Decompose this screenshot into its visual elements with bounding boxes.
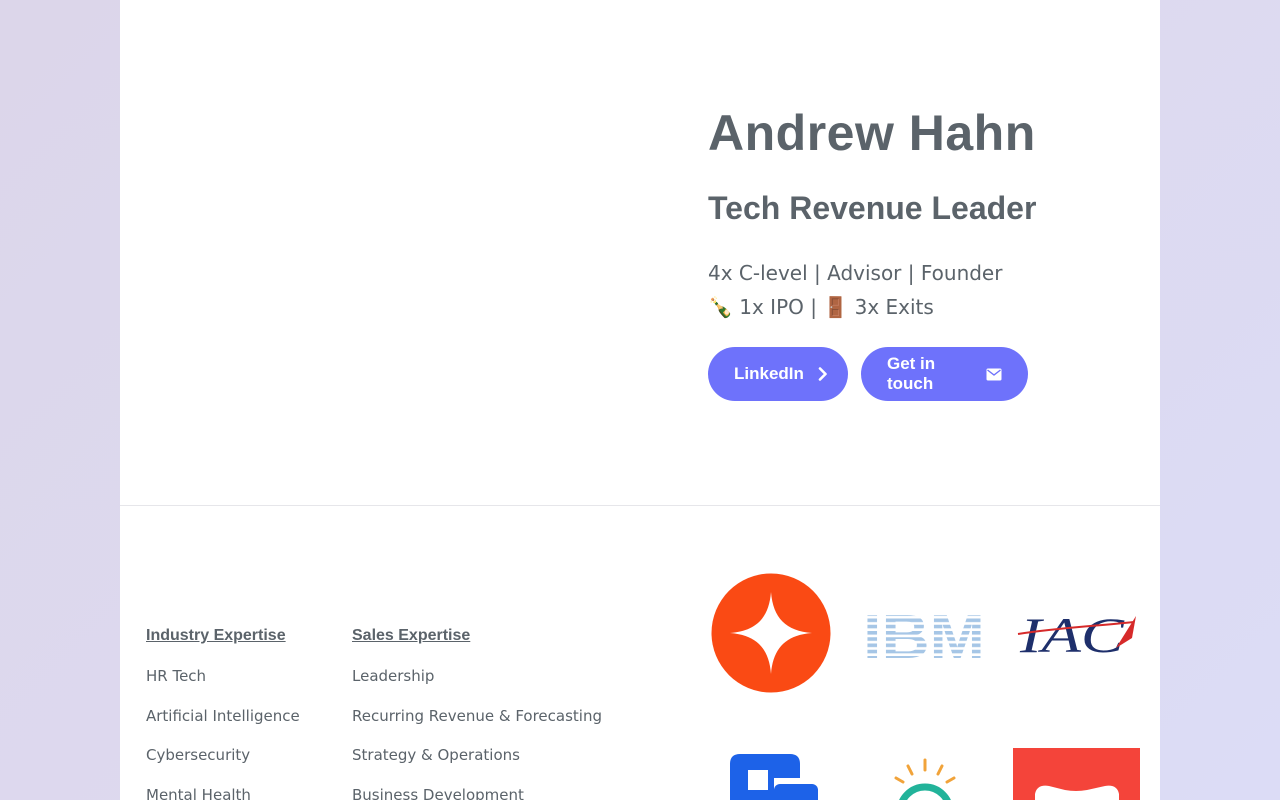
envelope-icon: [986, 368, 1002, 381]
ibm-logo: IBM: [862, 603, 986, 672]
red-logo: [1013, 748, 1140, 800]
sales-expertise-title: Sales Expertise: [352, 627, 471, 644]
lightbulb-logo: [878, 756, 972, 800]
list-item: Leadership: [352, 667, 435, 685]
industry-expertise-title: Industry Expertise: [146, 627, 286, 644]
linkedin-button-label: LinkedIn: [734, 364, 804, 383]
industry-expertise-list: HR Tech Artificial Intelligence Cybersec…: [146, 666, 300, 800]
list-item: Mental Health: [146, 785, 251, 800]
profile-bio: 4x C-level | Advisor | Founder 🍾 1x IPO …: [708, 256, 1148, 324]
list-item: Recurring Revenue & Forecasting: [352, 706, 602, 725]
get-in-touch-button[interactable]: Get in touch: [861, 347, 1028, 401]
champagne-icon: 🍾: [708, 295, 733, 319]
main-card: Andrew Hahn Tech Revenue Leader 4x C-lev…: [120, 0, 1160, 800]
profile-tagline: Tech Revenue Leader: [708, 190, 1037, 226]
section-divider: [120, 505, 1160, 506]
list-item: Business Development: [352, 785, 524, 800]
list-item: HR Tech: [146, 667, 207, 685]
linkedin-button[interactable]: LinkedIn: [708, 347, 848, 401]
profile-photo-area: [120, 0, 660, 505]
profile-name: Andrew Hahn: [708, 105, 1036, 161]
glean-logo: [710, 572, 832, 694]
door-icon: 🚪: [823, 295, 849, 319]
iac-logo: IAC: [1016, 606, 1140, 663]
chevron-right-icon: [818, 367, 828, 381]
list-item: Strategy & Operations: [352, 746, 520, 764]
sales-expertise-list: Leadership Recurring Revenue & Forecasti…: [352, 666, 602, 800]
exits-count: 3x Exits: [854, 295, 934, 319]
blue-square-logo: [722, 750, 820, 800]
get-in-touch-label: Get in touch: [887, 354, 936, 393]
list-item: Cybersecurity: [146, 746, 251, 764]
sales-expertise-column: Sales Expertise Leadership Recurring Rev…: [352, 626, 602, 800]
bio-line-roles: 4x C-level | Advisor | Founder: [708, 261, 1003, 285]
ipo-count: 1x IPO |: [739, 295, 817, 319]
iac-logo-text: IAC: [1019, 607, 1125, 660]
ibm-logo-text: IBM: [863, 606, 985, 660]
hero-section: Andrew Hahn Tech Revenue Leader 4x C-lev…: [708, 100, 1148, 324]
action-buttons: LinkedIn Get in touch: [708, 347, 1028, 401]
list-item: Artificial Intelligence: [146, 706, 300, 725]
bio-line-achievements: 🍾 1x IPO | 🚪 3x Exits: [708, 290, 1148, 324]
industry-expertise-column: Industry Expertise HR Tech Artificial In…: [146, 626, 300, 800]
